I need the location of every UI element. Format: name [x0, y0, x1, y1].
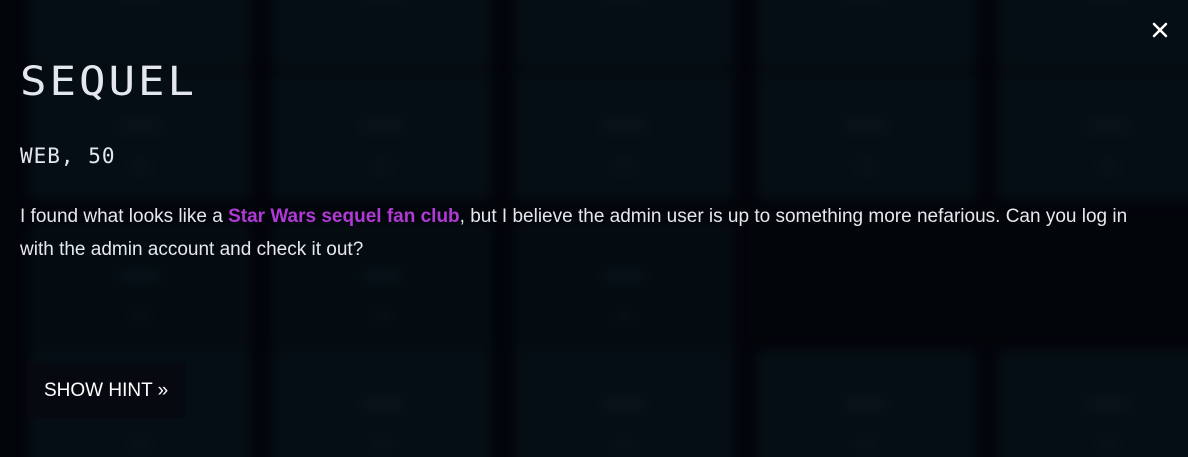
close-icon	[1146, 16, 1174, 44]
challenge-description: I found what looks like a Star Wars sequ…	[20, 200, 1160, 266]
challenge-modal-screen: SEQUEL WEB, 50 I found what looks like a…	[0, 0, 1188, 457]
challenge-title: SEQUEL	[20, 58, 197, 105]
close-button[interactable]	[1146, 16, 1174, 44]
challenge-category-points: WEB, 50	[20, 144, 116, 168]
fan-club-link[interactable]: Star Wars sequel fan club	[228, 206, 460, 227]
description-text-start: I found what looks like a	[20, 206, 229, 227]
show-hint-button[interactable]: SHOW HINT »	[26, 363, 187, 418]
challenge-modal: SEQUEL WEB, 50 I found what looks like a…	[0, 0, 1188, 457]
